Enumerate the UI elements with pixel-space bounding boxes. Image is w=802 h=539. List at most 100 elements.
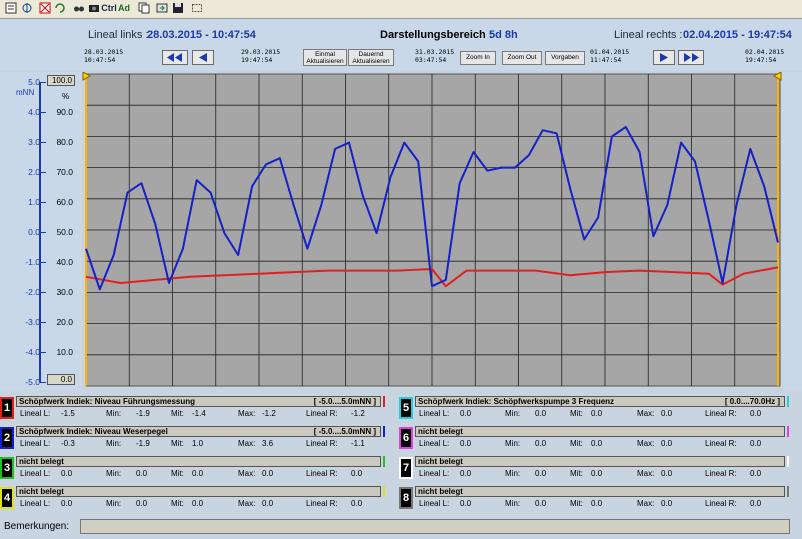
stat-value-max: 0.0: [661, 499, 673, 508]
channel-number-badge[interactable]: 2: [0, 427, 14, 449]
stat-label-lineal-l: Lineal L:: [419, 499, 450, 508]
left-axis-tick: [40, 352, 46, 353]
channel-title: nicht belegt: [415, 456, 785, 467]
frame-icon[interactable]: [190, 2, 203, 15]
channel-title-text: Schöpfwerk Indiek: Schöpfwerkspumpe 3 Fr…: [418, 397, 615, 406]
channel-range: [ -5.0....5.0mNN ]: [313, 427, 376, 436]
dauernd-aktualisieren-button[interactable]: Dauernd Aktualisieren: [348, 49, 394, 66]
scroll-right-button[interactable]: [653, 50, 675, 65]
stat-value-lineal-l: 0.0: [61, 469, 73, 478]
stat-label-max: Max:: [238, 409, 256, 418]
zoom-in-button[interactable]: Zoom In: [460, 51, 496, 65]
camera-icon[interactable]: [87, 2, 100, 15]
right-axis-tick-label: 80.0: [56, 137, 73, 147]
channel-stats: Lineal L: 0.0 Min: 0.0 Mit: 0.0 Max: 0.0 Lineal …: [415, 499, 795, 511]
channel-number-badge[interactable]: 3: [0, 457, 14, 479]
stat-label-mit: Mit:: [171, 409, 184, 418]
add-icon[interactable]: Ad: [118, 2, 130, 15]
channel-title: Schöpfwerk Indiek: Niveau Führungsmessun…: [16, 396, 381, 407]
stat-value-lineal-l: -0.3: [61, 439, 75, 448]
stat-value-min: 0.0: [136, 499, 148, 508]
navigate-icon[interactable]: [20, 2, 33, 15]
save-icon[interactable]: [171, 2, 184, 15]
legend-panel-1[interactable]: 1 Schöpfwerk Indiek: Niveau Führungsmessu…: [0, 394, 395, 423]
channel-title-text: nicht belegt: [418, 487, 463, 496]
left-axis-tick: [40, 142, 46, 143]
channel-title: nicht belegt: [415, 426, 785, 437]
stat-value-max: 0.0: [262, 499, 274, 508]
einmal-aktualisieren-button[interactable]: Einmal Aktualisieren: [303, 49, 347, 66]
stat-value-max: 0.0: [661, 409, 673, 418]
stat-label-lineal-l: Lineal L:: [20, 439, 51, 448]
right-axis-tick-label: 90.0: [56, 107, 73, 117]
stat-value-lineal-l: 0.0: [460, 499, 472, 508]
binoculars-icon[interactable]: [72, 2, 85, 15]
channel-title: nicht belegt: [415, 486, 785, 497]
zoom-out-button[interactable]: Zoom Out: [502, 51, 542, 65]
channel-title-text: nicht belegt: [19, 487, 64, 496]
scroll-far-right-button[interactable]: [678, 50, 704, 65]
channel-number-badge[interactable]: 4: [0, 487, 14, 509]
legend-panel-4[interactable]: 4 nicht belegt Lineal L: 0.0 Min: 0.0 Mit: 0.0 M…: [0, 484, 395, 513]
legend-panel-8[interactable]: 8 nicht belegt Lineal L: 0.0 Min: 0.0 Mit: 0.0 M…: [399, 484, 799, 513]
stat-value-lineal-r: 0.0: [750, 499, 762, 508]
stat-value-lineal-r: 0.0: [351, 469, 363, 478]
stat-value-lineal-r: 0.0: [750, 409, 762, 418]
channel-stats: Lineal L: 0.0 Min: 0.0 Mit: 0.0 Max: 0.0 Lineal …: [415, 409, 795, 421]
channel-number-badge[interactable]: 7: [399, 457, 413, 479]
stat-label-min: Min:: [505, 499, 521, 508]
left-axis-unit: mNN: [16, 88, 35, 97]
stat-label-min: Min:: [505, 469, 521, 478]
right-axis-unit: %: [62, 92, 70, 101]
left-axis-tick: [40, 112, 46, 113]
trend-chart[interactable]: [82, 72, 782, 390]
left-axis-tick-label: 2.0: [28, 167, 40, 177]
refresh-icon[interactable]: [53, 2, 66, 15]
left-axis-tick-label: -5.0: [25, 377, 40, 387]
scroll-far-left-button[interactable]: [162, 50, 188, 65]
channel-title-text: Schöpfwerk Indiek: Niveau Weserpegel: [19, 427, 168, 436]
stat-value-min: 0.0: [535, 499, 547, 508]
right-axis-tick-label: 60.0: [56, 197, 73, 207]
export-icon[interactable]: [155, 2, 168, 15]
stat-label-lineal-r: Lineal R:: [306, 469, 338, 478]
darstellung-label: Darstellungsbereich :: [380, 29, 493, 41]
channel-number-badge[interactable]: 8: [399, 487, 413, 509]
lineal-rechts-label: Lineal rechts :: [614, 29, 683, 41]
stat-value-lineal-r: 0.0: [750, 439, 762, 448]
channel-number-badge[interactable]: 5: [399, 397, 413, 419]
legend-panel-5[interactable]: 5 Schöpfwerk Indiek: Schöpfwerkspumpe 3 F…: [399, 394, 799, 423]
legend-panel-7[interactable]: 7 nicht belegt Lineal L: 0.0 Min: 0.0 Mit: 0.0 M…: [399, 454, 799, 483]
cut-icon[interactable]: [38, 2, 51, 15]
left-axis-tick: [40, 232, 46, 233]
vorgaben-button[interactable]: Vorgaben: [545, 51, 585, 65]
right-axis-tick-label: 40.0: [56, 257, 73, 267]
legend-panel-3[interactable]: 3 nicht belegt Lineal L: 0.0 Min: 0.0 Mit: 0.0 M…: [0, 454, 395, 483]
stat-value-lineal-r: -1.2: [351, 409, 365, 418]
right-axis-tick-label: 20.0: [56, 317, 73, 327]
stat-label-lineal-r: Lineal R:: [306, 439, 338, 448]
channel-color-marker: [383, 396, 385, 407]
copy-icon[interactable]: [137, 2, 150, 15]
channel-number-badge[interactable]: 1: [0, 397, 14, 419]
stat-value-lineal-r: 0.0: [750, 469, 762, 478]
stat-label-max: Max:: [238, 499, 256, 508]
left-axis-tick-label: -3.0: [25, 317, 40, 327]
ctrl-icon[interactable]: Ctrl: [101, 2, 117, 15]
channel-stats: Lineal L: 0.0 Min: 0.0 Mit: 0.0 Max: 0.0 Lineal …: [415, 439, 795, 451]
stat-label-lineal-l: Lineal L:: [20, 409, 51, 418]
legend-panel-6[interactable]: 6 nicht belegt Lineal L: 0.0 Min: 0.0 Mit: 0.0 M…: [399, 424, 799, 453]
channel-stats: Lineal L: -0.3 Min: -1.9 Mit: 1.0 Max: 3.6 Linea…: [16, 439, 391, 451]
stat-value-min: -1.9: [136, 409, 150, 418]
stat-label-min: Min:: [106, 409, 122, 418]
properties-icon[interactable]: [4, 2, 17, 15]
stat-value-mit: -1.4: [192, 409, 206, 418]
legend-panel-2[interactable]: 2 Schöpfwerk Indiek: Niveau Weserpegel [ -…: [0, 424, 395, 453]
bemerkungen-bar: Bemerkungen:: [0, 516, 802, 539]
channel-color-marker: [787, 426, 789, 437]
stat-value-mit: 0.0: [591, 469, 603, 478]
bemerkungen-field[interactable]: [80, 519, 790, 534]
scroll-left-button[interactable]: [192, 50, 214, 65]
channel-number-badge[interactable]: 6: [399, 427, 413, 449]
stat-label-min: Min:: [106, 499, 122, 508]
